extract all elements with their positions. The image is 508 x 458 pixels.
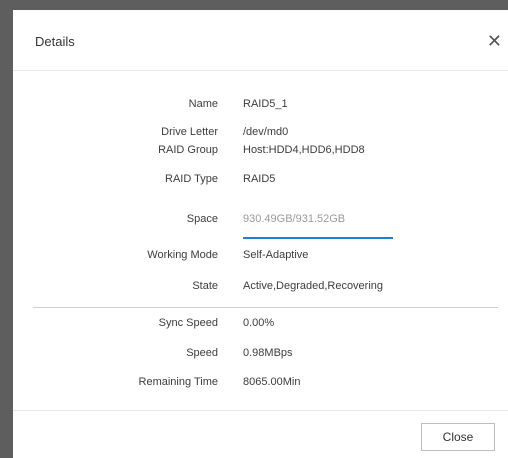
field-label: State (192, 280, 218, 292)
field-label: Speed (186, 347, 218, 359)
footer-divider (13, 410, 508, 411)
section-divider (33, 307, 498, 308)
dialog-header: Details ✕ (13, 10, 508, 71)
field-value: Host:HDD4,HDD6,HDD8 (243, 144, 365, 156)
field-row-raid-type: RAID Type RAID5 (13, 173, 508, 191)
field-label: Remaining Time (138, 376, 218, 388)
field-row-working-mode: Working Mode Self-Adaptive (13, 249, 508, 267)
field-value: 0.00% (243, 317, 275, 329)
field-value: Active,Degraded,Recovering (243, 280, 384, 292)
details-dialog: Details ✕ Name RAID5_1 Drive Letter /dev… (13, 10, 508, 458)
sync-row-remaining-time: Remaining Time 8065.00Min (13, 376, 508, 394)
space-progress-fill (243, 237, 393, 239)
close-icon[interactable]: ✕ (487, 32, 502, 50)
field-value: RAID5_1 (243, 98, 288, 110)
field-label: Name (188, 98, 218, 110)
window-top-border (0, 0, 508, 10)
sync-row-sync-speed: Sync Speed 0.00% (13, 317, 508, 335)
field-row-name: Name RAID5_1 (13, 98, 508, 116)
field-value: Self-Adaptive (243, 249, 309, 261)
field-value: /dev/md0 (243, 126, 289, 138)
field-value: RAID5 (243, 173, 276, 185)
field-row-raid-group: RAID Group Host:HDD4,HDD6,HDD8 (13, 144, 508, 162)
sync-row-speed: Speed 0.98MBps (13, 347, 508, 365)
dialog-title: Details (35, 34, 75, 49)
field-label: Drive Letter (161, 126, 218, 138)
field-label: RAID Group (158, 144, 218, 156)
field-row-space: Space 930.49GB/931.52GB (13, 213, 508, 231)
field-row-drive-letter: Drive Letter /dev/md0 (13, 126, 508, 144)
field-label: Working Mode (147, 249, 218, 261)
field-value: 8065.00Min (243, 376, 301, 388)
field-value: 930.49GB/931.52GB (243, 213, 346, 225)
window-left-border (0, 0, 13, 458)
close-button[interactable]: Close (421, 423, 495, 451)
field-row-state: State Active,Degraded,Recovering (13, 280, 508, 298)
field-label: Space (186, 213, 218, 225)
field-label: Sync Speed (158, 317, 218, 329)
space-progress-bar (243, 237, 393, 239)
screen: Details ✕ Name RAID5_1 Drive Letter /dev… (0, 0, 508, 458)
field-value: 0.98MBps (243, 347, 293, 359)
field-label: RAID Type (165, 173, 218, 185)
